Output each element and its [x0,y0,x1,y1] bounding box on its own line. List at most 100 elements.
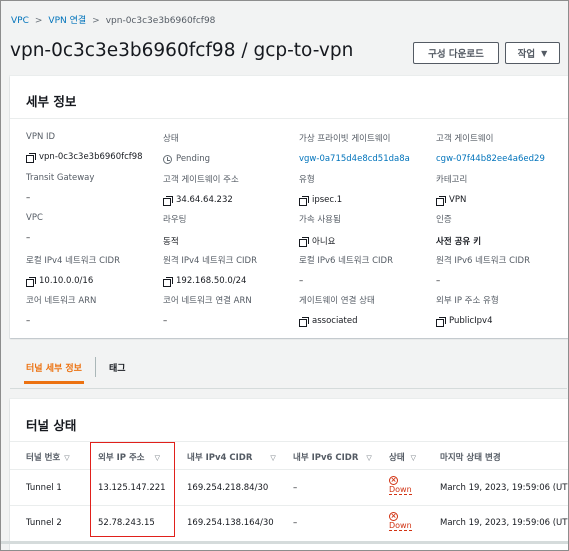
column-header-inside-ipv4[interactable]: 내부 IPv4 CIDR ▽ [187,451,276,463]
field-label: 유형 [299,175,315,185]
field-label: 고객 게이트웨이 [436,134,494,144]
tunnel-inside-ipv4: 169.254.218.84/30 [187,483,269,493]
field-label: 가상 프라이빗 게이트웨이 [299,134,391,144]
sort-icon: ▽ [410,454,417,462]
tabs-underline [10,388,567,389]
field-value: VPN [449,195,467,205]
tunnel-status[interactable]: × Down [389,476,412,495]
tunnel-number: Tunnel 2 [26,518,62,528]
copy-icon[interactable] [163,276,173,287]
actions-dropdown-button[interactable]: 작업 ▼ [505,42,560,64]
copy-icon[interactable] [163,195,173,206]
breadcrumb: VPC > VPN 연결 > vpn-0c3c3e3b6960fcf98 [11,13,215,26]
field-label: 로컬 IPv6 네트워크 CIDR [299,256,393,266]
column-header-tunnel-number[interactable]: 터널 번호 ▽ [26,451,70,463]
vgw-link[interactable]: vgw-0a715d4e8cd51da8a [299,154,410,164]
copy-icon[interactable] [436,316,446,327]
breadcrumb-vpn-connections[interactable]: VPN 연결 [48,16,86,26]
field-value: 동적 [163,237,179,247]
field-value: Pending [176,154,210,164]
field-label: 코어 네트워크 ARN [26,296,97,306]
copy-icon[interactable] [299,236,309,247]
details-heading: 세부 정보 [26,94,77,109]
field-core-network-attachment-arn: 코어 네트워크 연결 ARN – [163,294,252,326]
tunnel-inside-ipv6: – [293,518,298,528]
copy-icon[interactable] [299,195,309,206]
breadcrumb-vpc[interactable]: VPC [11,16,29,26]
screenshot-frame: VPC > VPN 연결 > vpn-0c3c3e3b6960fcf98 vpn-0c3… [0,0,569,551]
tab-tunnel-details[interactable]: 터널 세부 정보 [24,361,84,384]
field-value: PublicIpv4 [449,316,493,326]
copy-icon[interactable] [26,276,36,287]
field-type: 유형 ipsec.1 [299,173,343,206]
field-gateway-association-state: 게이트웨이 연결 상태 associated [299,294,375,327]
download-configuration-label: 구성 다운로드 [428,49,484,60]
pending-clock-icon [163,154,172,164]
chevron-right-icon: > [92,16,100,26]
field-label: 고객 게이트웨이 주소 [163,175,239,185]
error-icon: × [389,476,398,485]
copy-icon[interactable] [436,195,446,206]
field-routing: 라우팅 동적 [163,213,186,247]
field-label: 라우팅 [163,215,187,225]
field-remote-ipv6-cidr: 원격 IPv6 네트워크 CIDR – [436,254,530,286]
field-label: 로컬 IPv4 네트워크 CIDR [26,256,120,266]
tunnel-last-status-change: March 19, 2023, 19:59:06 (UT [440,483,568,493]
cgw-link[interactable]: cgw-07f44b82ee4a6ed29 [436,154,545,164]
copy-icon[interactable] [299,316,309,327]
field-core-network-arn: 코어 네트워크 ARN – [26,294,96,326]
column-header-last-status-change[interactable]: 마지막 상태 변경 [440,451,501,463]
field-label: 상태 [163,134,179,144]
field-value: 사전 공유 키 [436,237,482,247]
field-local-ipv6-cidr: 로컬 IPv6 네트워크 CIDR – [299,254,393,286]
horizontal-scrollbar[interactable] [1,541,568,544]
caret-down-icon: ▼ [541,48,548,58]
tunnel-inside-ipv4: 169.254.138.164/30 [187,518,274,528]
column-header-inside-ipv6[interactable]: 내부 IPv6 CIDR ▽ [293,451,372,463]
status-down-label: Down [389,485,412,495]
breadcrumb-current: vpn-0c3c3e3b6960fcf98 [105,16,216,26]
field-value: ipsec.1 [312,195,343,205]
detail-tabs: 터널 세부 정보 태그 [10,353,568,384]
page-title: vpn-0c3c3e3b6960fcf98 / gcp-to-vpn [10,40,354,61]
tab-tags[interactable]: 태그 [109,361,126,374]
details-panel: 세부 정보 VPN ID vpn-0c3c3e3b6960fcf98 상태 Pe… [10,76,568,338]
field-virtual-private-gateway: 가상 프라이빗 게이트웨이 vgw-0a715d4e8cd51da8a [299,132,410,164]
field-customer-gateway-address: 고객 게이트웨이 주소 34.64.64.232 [163,173,239,206]
field-outside-ip-address-type: 외부 IP 주소 유형 PublicIpv4 [436,294,499,327]
field-label: 가속 사용됨 [299,215,341,225]
field-label: VPC [26,213,43,223]
field-category: 카테고리 VPN [436,173,468,206]
field-acceleration: 가속 사용됨 아니요 [299,213,341,247]
download-configuration-button[interactable]: 구성 다운로드 [413,42,499,64]
sort-icon: ▽ [270,454,276,462]
field-label: 카테고리 [436,175,468,185]
sort-icon: ▽ [64,454,70,462]
column-header-status[interactable]: 상태 ▽ [389,451,416,463]
field-authentication: 인증 사전 공유 키 [436,213,481,247]
tunnel-last-status-change: March 19, 2023, 19:59:06 (UT [440,518,568,528]
tunnel-inside-ipv6: – [293,483,298,493]
field-label: Transit Gateway [26,173,95,183]
actions-label: 작업 [517,49,536,60]
field-transit-gateway: Transit Gateway – [26,173,94,203]
copy-icon[interactable] [26,152,36,163]
field-vpn-id: VPN ID vpn-0c3c3e3b6960fcf98 [26,132,143,163]
field-state: 상태 Pending [163,132,210,164]
tunnel-state-heading: 터널 상태 [26,418,77,433]
field-value: – [26,193,31,203]
field-label: 인증 [436,215,452,225]
field-local-ipv4-cidr: 로컬 IPv4 네트워크 CIDR 10.10.0.0/16 [26,254,120,287]
field-value: – [26,233,31,243]
field-label: 게이트웨이 연결 상태 [299,296,375,306]
outside-ip-highlight-box [90,442,175,537]
field-vpc: VPC – [26,213,43,243]
field-label: VPN ID [26,132,56,142]
tunnel-status[interactable]: × Down [389,512,412,531]
field-value: associated [312,316,358,326]
field-value: 아니요 [312,237,336,247]
field-remote-ipv4-cidr: 원격 IPv4 네트워크 CIDR 192.168.50.0/24 [163,254,257,287]
field-value: – [163,316,168,326]
chevron-right-icon: > [34,16,43,26]
status-down-label: Down [389,521,412,531]
